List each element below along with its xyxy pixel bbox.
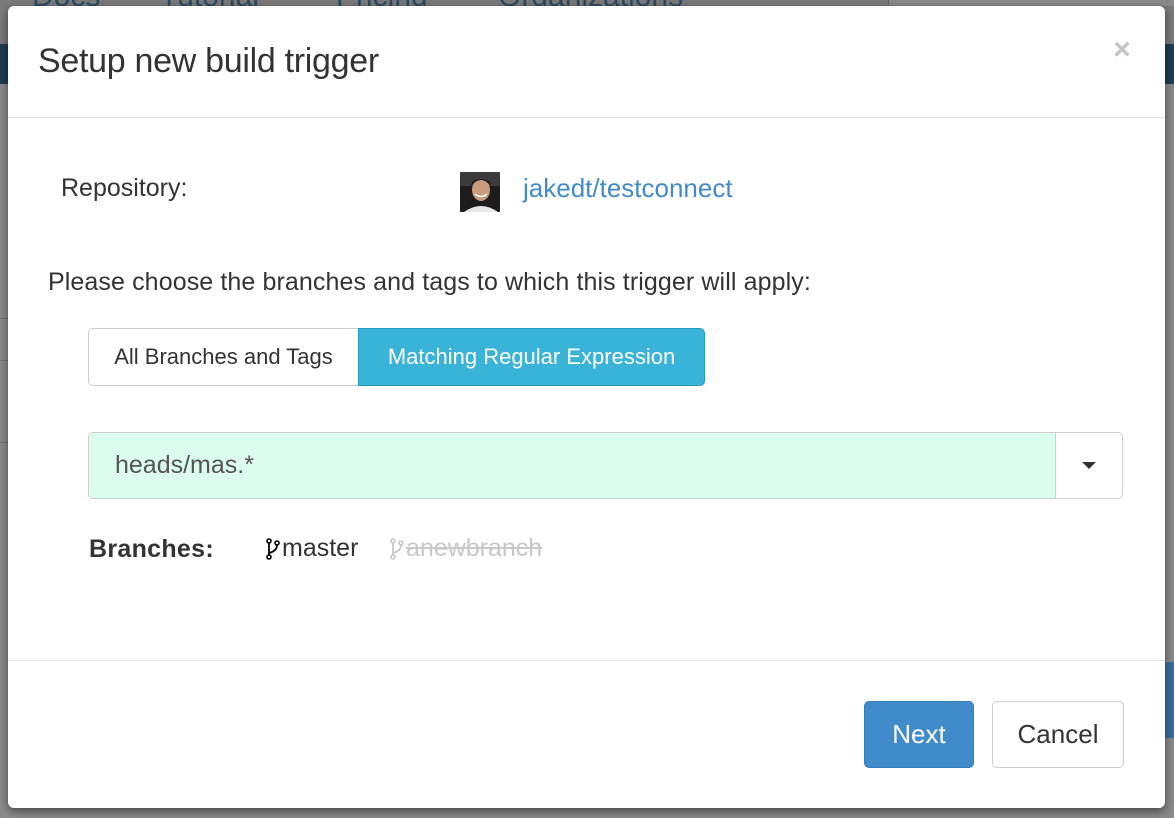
close-icon[interactable]: × [1108,35,1136,65]
all-branches-tags-button[interactable]: All Branches and Tags [88,328,358,386]
modal-header: Setup new build trigger × [8,6,1165,118]
branch-anewbranch: anewbranch [390,534,542,563]
repository-label: Repository: [61,174,188,202]
branch-name: anewbranch [406,534,543,562]
git-branch-icon [390,537,404,560]
branches-label: Branches: [89,535,214,563]
cancel-button[interactable]: Cancel [992,701,1124,768]
modal-footer: Next Cancel [8,660,1165,808]
matching-regex-button[interactable]: Matching Regular Expression [358,328,705,386]
branch-name: master [282,534,359,562]
background-right-button [1164,662,1174,738]
regex-dropdown-button[interactable] [1056,433,1122,498]
next-button[interactable]: Next [864,701,974,768]
avatar [460,172,500,212]
branch-instructions: Please choose the branches and tags to w… [48,268,811,296]
repository-link[interactable]: jakedt/testconnect [523,173,733,204]
regex-input[interactable] [89,433,1056,498]
git-branch-icon [266,537,280,560]
modal-title: Setup new build trigger [38,42,379,80]
scope-toggle-group: All Branches and Tags Matching Regular E… [88,328,705,388]
caret-down-icon [1082,462,1096,469]
regex-input-group [88,432,1123,499]
branch-master: master [266,534,358,563]
build-trigger-modal: Setup new build trigger × Repository: ja… [8,6,1165,808]
